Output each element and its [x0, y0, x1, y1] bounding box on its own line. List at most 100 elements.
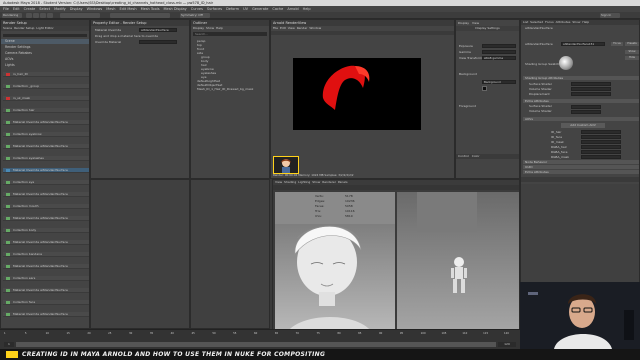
item-lights[interactable]: Lights [1, 63, 89, 68]
render-layer-row[interactable]: Material Override aiStandardSurface [3, 264, 89, 269]
outliner-search[interactable]: Search... [193, 32, 267, 36]
vp-menu-renderer[interactable]: Renderer [322, 180, 336, 184]
item-render-settings[interactable]: Render Settings [1, 45, 89, 50]
persp-viewport-full[interactable]: persp1 [397, 192, 519, 338]
layer-visibility-icon[interactable] [6, 253, 10, 256]
background-color-swatch[interactable] [482, 86, 487, 91]
layer-visibility-icon[interactable] [6, 181, 10, 184]
render-tools[interactable] [110, 13, 170, 18]
scale-tool-icon[interactable] [47, 13, 53, 18]
ae-displacement-field[interactable] [571, 92, 611, 96]
layer-visibility-icon[interactable] [6, 301, 10, 304]
layer-visibility-icon[interactable] [6, 121, 10, 124]
aov-field[interactable] [581, 150, 621, 154]
menu-mesh-tools[interactable]: Mesh Tools [141, 7, 160, 11]
tab-color[interactable]: Color [472, 154, 480, 158]
outliner-item[interactable]: Mesh_ID_1_Hair_ID_Drawed_bg_mask [191, 87, 269, 91]
aov-field[interactable] [581, 130, 621, 134]
mode-selector[interactable]: Rendering [2, 13, 22, 18]
render-view-toolbar[interactable] [271, 31, 454, 35]
render-layer-row[interactable]: Collection face [3, 300, 89, 305]
symmetry-toggle[interactable]: Symmetry: Off [180, 13, 210, 18]
render-layer-row[interactable]: Material Override aiStandardSurface [3, 312, 89, 317]
move-tool-icon[interactable] [33, 13, 39, 18]
menu-edit[interactable]: Edit [13, 7, 20, 11]
ae-hide-button[interactable]: Hide [625, 56, 639, 60]
menu-curves[interactable]: Curves [191, 7, 203, 11]
render-layer-row[interactable]: Collection _group [3, 84, 89, 89]
render-layer-row[interactable]: Collection eyebrow [3, 132, 89, 137]
render-layer-row[interactable]: Collection bandana [3, 252, 89, 257]
rv-menu-window[interactable]: Window [309, 26, 321, 30]
layer-visibility-icon[interactable] [6, 133, 10, 136]
ae-volume-shader-field[interactable] [571, 87, 611, 91]
render-layer-row[interactable]: Material Override aiStandardSurface [3, 120, 89, 125]
tab-render-setup[interactable]: Render Setup [14, 26, 34, 30]
ae-menu-attributes[interactable]: Attributes [556, 20, 571, 24]
gamma-slider[interactable] [482, 50, 516, 54]
tab-display[interactable]: Display [458, 21, 469, 25]
item-camera-rebakes[interactable]: Camera Rebakes [1, 51, 89, 56]
layer-visibility-icon[interactable] [6, 157, 10, 160]
sign-in-button[interactable]: Sign In [600, 13, 620, 18]
layer-visibility-icon[interactable] [6, 145, 10, 148]
layer-visibility-icon[interactable] [6, 73, 10, 76]
outliner-menu-display[interactable]: Display [193, 26, 204, 30]
ae-extra-field-1[interactable] [571, 105, 601, 109]
rotate-tool-icon[interactable] [40, 13, 46, 18]
layer-visibility-icon[interactable] [6, 193, 10, 196]
menu-cache[interactable]: Cache [272, 7, 283, 11]
render-layer-row[interactable]: Material Override aiStandardSurface [3, 216, 89, 221]
ae-section-aovs[interactable]: AOVs [523, 117, 639, 121]
select-tool-icon[interactable] [26, 13, 32, 18]
render-layer-row[interactable]: Collection body [3, 228, 89, 233]
override-material-field[interactable] [139, 40, 177, 44]
layer-visibility-icon[interactable] [6, 277, 10, 280]
ae-section-extra[interactable]: Extra Attributes [523, 170, 639, 174]
menu-mesh-display[interactable]: Mesh Display [164, 7, 187, 11]
outliner-menu-help[interactable]: Help [216, 26, 223, 30]
tab-light-editor[interactable]: Light Editor [36, 26, 53, 30]
item-scene[interactable]: Scene [1, 39, 89, 44]
ae-section-node-behavior[interactable]: Node Behavior [523, 160, 639, 164]
rv-menu-render[interactable]: Render [297, 26, 308, 30]
ae-section-shading-group[interactable]: Shading Group Attributes [523, 76, 639, 80]
exposure-slider[interactable] [482, 44, 516, 48]
render-layer-row[interactable]: Material Override aiStandardSurface [3, 168, 89, 173]
layer-visibility-icon[interactable] [6, 229, 10, 232]
menu-generate[interactable]: Generate [252, 7, 268, 11]
menu-help[interactable]: Help [303, 7, 311, 11]
timeline[interactable]: 1 5 10 15 20 25 30 35 40 45 50 55 60 65 70 75 80 85 90 95 10… [0, 329, 520, 349]
range-slider[interactable] [16, 342, 496, 347]
menu-uv[interactable]: UV [243, 7, 248, 11]
menu-surfaces[interactable]: Surfaces [207, 7, 222, 11]
layer-visibility-icon[interactable] [6, 85, 10, 88]
add-custom-aov-button[interactable]: Add Custom AOV [561, 123, 605, 128]
layer-visibility-icon[interactable] [6, 169, 10, 172]
layer-visibility-icon[interactable] [6, 265, 10, 268]
layer-visibility-icon[interactable] [6, 109, 10, 112]
layer-visibility-icon[interactable] [6, 313, 10, 316]
tab-scene[interactable]: Scene [3, 26, 12, 30]
ae-extra-field-2[interactable] [571, 110, 601, 114]
ae-menu-help[interactable]: Help [582, 20, 589, 24]
render-thumbnail[interactable] [273, 156, 299, 174]
item-aovs[interactable]: AOVs [1, 57, 89, 62]
ae-menu-focus[interactable]: Focus [545, 20, 554, 24]
ae-surface-shader-field[interactable] [571, 82, 611, 86]
menu-edit-mesh[interactable]: Edit Mesh [119, 7, 136, 11]
aov-field[interactable] [581, 155, 621, 159]
vp-menu-view[interactable]: View [275, 180, 282, 184]
ae-focus-button[interactable]: Focus [611, 42, 623, 46]
menu-file[interactable]: File [3, 7, 9, 11]
menu-arnold[interactable]: Arnold [287, 7, 298, 11]
menu-windows[interactable]: Windows [87, 7, 103, 11]
ae-menu-show[interactable]: Show [572, 20, 580, 24]
menu-deform[interactable]: Deform [226, 7, 239, 11]
layer-visibility-icon[interactable] [6, 289, 10, 292]
aov-field[interactable] [581, 135, 621, 139]
render-layer-row[interactable]: Material Override aiStandardSurface [3, 192, 89, 197]
render-layer-row[interactable]: rs_hair_ID [3, 72, 89, 77]
layer-visibility-icon[interactable] [6, 205, 10, 208]
vp-menu-shading[interactable]: Shading [284, 180, 296, 184]
